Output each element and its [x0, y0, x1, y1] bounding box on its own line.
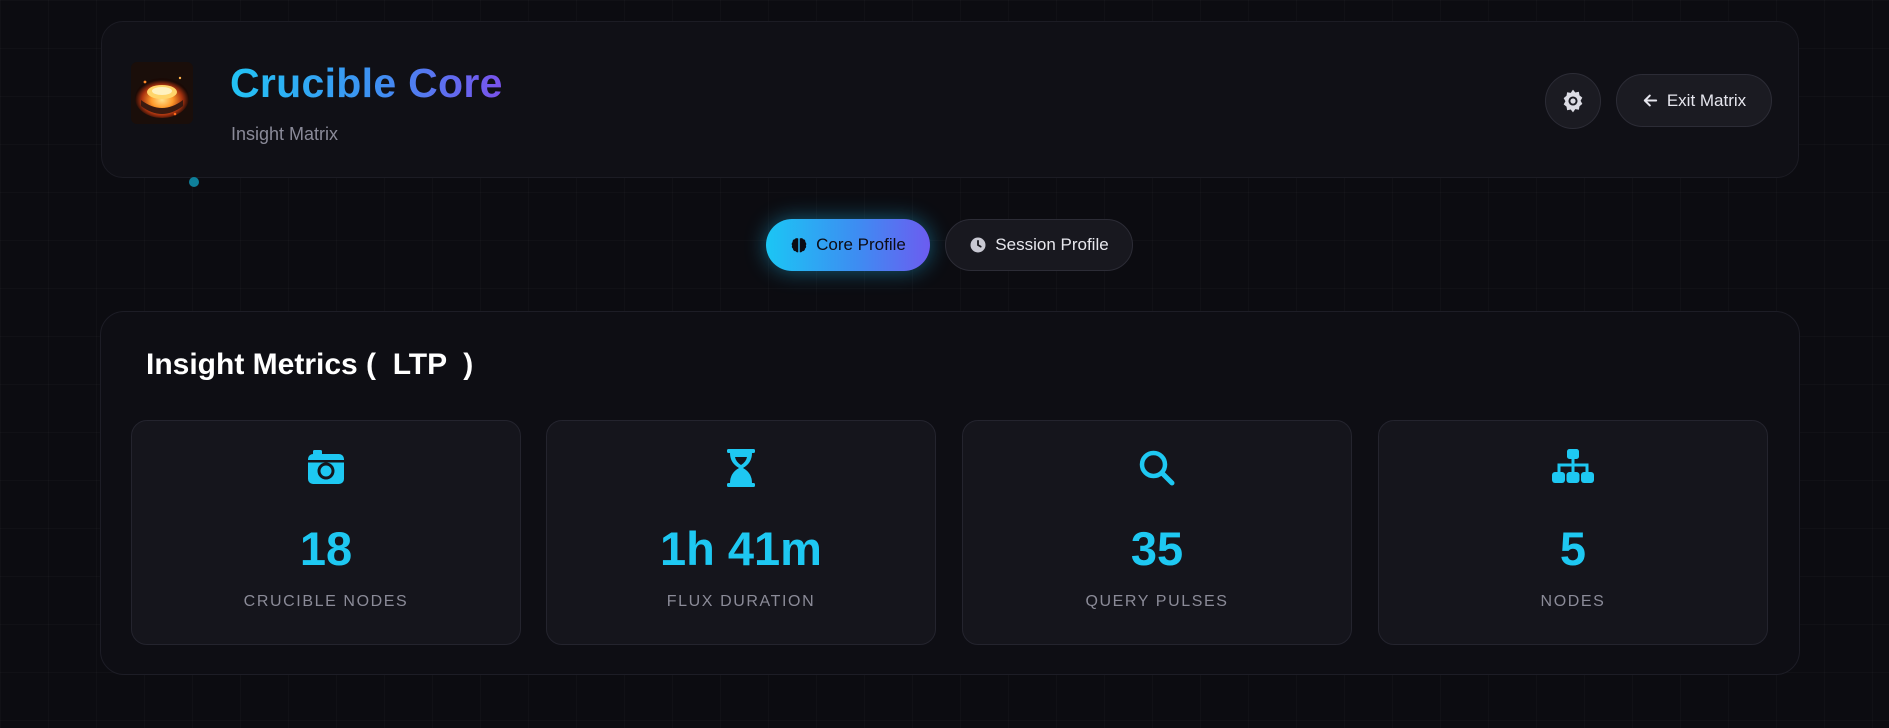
metric-card-flux-duration: 1h 41m FLUX DURATION — [546, 420, 936, 645]
tab-session-profile-label: Session Profile — [995, 235, 1109, 254]
metric-value: 18 — [299, 522, 353, 575]
tab-core-profile-label: Core Profile — [816, 235, 906, 254]
app-subtitle: Insight Matrix — [231, 124, 339, 144]
profile-tabs: Core Profile Session Profile — [0, 219, 1889, 271]
crucible-logo — [131, 62, 193, 124]
hourglass-icon — [727, 449, 755, 487]
exit-matrix-button[interactable]: Exit Matrix — [1616, 74, 1772, 127]
decorative-dot — [189, 177, 199, 187]
exit-matrix-label: Exit Matrix — [1666, 90, 1747, 110]
metric-label: NODES — [1540, 593, 1606, 610]
metric-label: QUERY PULSES — [1085, 593, 1229, 610]
metric-value: 5 — [1559, 522, 1587, 575]
brain-icon — [791, 238, 807, 253]
metric-value: 35 — [1130, 522, 1184, 575]
search-icon — [1139, 450, 1175, 486]
settings-button[interactable] — [1545, 73, 1601, 129]
panel-title: Insight Metrics ( LTP ) — [146, 348, 474, 381]
insight-metrics-panel: Insight Metrics ( LTP ) 18 CRUCIBLE NODE… — [100, 311, 1800, 675]
app-header: Crucible Core Insight Matrix Exit Matrix — [101, 21, 1799, 178]
gear-icon — [1563, 89, 1583, 113]
app-title: Crucible Core — [230, 60, 503, 106]
clock-icon — [970, 237, 986, 253]
metric-label: CRUCIBLE NODES — [243, 593, 409, 610]
arrow-left-icon — [1643, 94, 1657, 107]
sitemap-icon — [1552, 449, 1594, 483]
metric-value: 1h 41m — [660, 522, 822, 575]
metric-card-nodes: 5 NODES — [1378, 420, 1768, 645]
metric-card-crucible-nodes: 18 CRUCIBLE NODES — [131, 420, 521, 645]
camera-retro-icon — [308, 450, 344, 484]
metric-label: FLUX DURATION — [666, 593, 816, 610]
tab-session-profile[interactable]: Session Profile — [945, 219, 1133, 271]
tab-core-profile[interactable]: Core Profile — [766, 219, 930, 271]
metric-card-query-pulses: 35 QUERY PULSES — [962, 420, 1352, 645]
